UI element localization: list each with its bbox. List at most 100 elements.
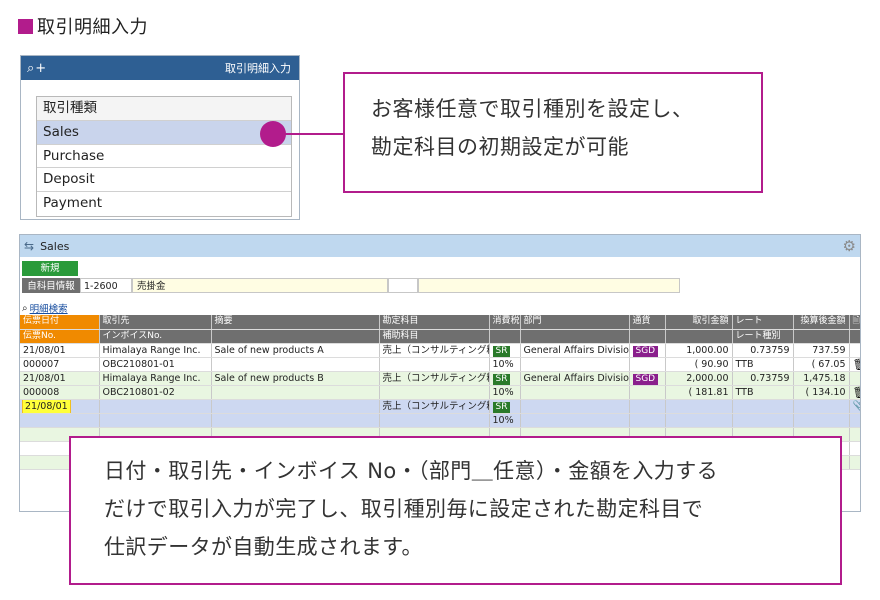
cell-no[interactable]: 000008 (20, 385, 99, 400)
col-header[interactable]: 部門 (519, 315, 629, 330)
account-info-row: 自科目情報 1-2600 売掛金 (22, 278, 680, 293)
detail-search[interactable]: ⌕ 明細検索 (22, 301, 68, 316)
col-header (210, 329, 379, 344)
tax-badge: SR (492, 401, 511, 412)
account-blank-field (388, 278, 418, 293)
type-item-payment[interactable]: Payment (37, 192, 291, 216)
cell-tax[interactable]: SR (488, 399, 520, 414)
cell-partner[interactable]: Himalaya Range Inc. (98, 343, 211, 358)
col-header[interactable]: 摘要 (210, 315, 379, 330)
gear-icon[interactable]: ⚙ (843, 237, 856, 255)
cell-memo[interactable]: Sale of new products A (210, 343, 379, 358)
col-header[interactable]: 伝票日付 (20, 315, 99, 330)
col-header[interactable]: 通貨 (628, 315, 665, 330)
cell-account[interactable]: 売上（コンサルティング料） (378, 399, 489, 414)
cell-rate-type[interactable]: TTB (731, 357, 793, 372)
col-header[interactable]: 補助科目 (378, 329, 489, 344)
cell-empty (210, 357, 379, 372)
account-extra-field (418, 278, 680, 293)
account-code-field[interactable]: 1-2600 (80, 278, 132, 293)
cell-empty (210, 413, 379, 428)
cell-date-input[interactable]: 21/08/01 (20, 399, 99, 414)
panel-title: 取引明細入力 (225, 62, 291, 75)
col-header[interactable]: 勘定科目 (378, 315, 489, 330)
date-input[interactable]: 21/08/01 (22, 399, 71, 412)
table-row-input[interactable]: 10% (20, 413, 860, 428)
cell-currency[interactable]: SGD (628, 371, 665, 386)
cell-amount[interactable]: 1,000.00 (664, 343, 732, 358)
cell-tax-rate[interactable]: 10% (488, 357, 520, 372)
cell-memo[interactable]: Sale of new products B (210, 371, 379, 386)
col-header[interactable]: レート (731, 315, 793, 330)
cell-invoice[interactable]: OBC210801-01 (98, 357, 211, 372)
plus-icon[interactable]: + (35, 61, 46, 76)
cell-no[interactable] (20, 413, 99, 428)
cell-tax-amount[interactable]: ( 181.81 (664, 385, 732, 400)
cell-converted[interactable]: 737.59 (792, 343, 849, 358)
detail-search-link[interactable]: 明細検索 (30, 301, 68, 315)
callout-top: お客様任意で取引種別を設定し、 勘定科目の初期設定が可能 (343, 72, 763, 193)
type-item-purchase[interactable]: Purchase (37, 145, 291, 169)
cell-dept[interactable]: General Affairs Division (519, 343, 629, 358)
cell-tax[interactable]: SR (488, 343, 520, 358)
cell-converted-tax[interactable]: ( 67.05 (792, 357, 849, 372)
cell-tax-rate[interactable]: 10% (488, 385, 520, 400)
cell-converted[interactable]: 1,475.18 (792, 371, 849, 386)
cell-no[interactable]: 000007 (20, 357, 99, 372)
tax-badge: SR (492, 373, 511, 384)
col-header[interactable]: レート種別 (731, 329, 793, 344)
cell-amount[interactable]: 2,000.00 (664, 371, 732, 386)
col-header[interactable]: 消費税 (488, 315, 520, 330)
cell-amount[interactable] (664, 399, 732, 414)
search-icon[interactable]: ⌕ (27, 61, 34, 76)
cell-account[interactable]: 売上（コンサルティング料） (378, 343, 489, 358)
cell-sub-account[interactable] (378, 385, 489, 400)
cell-rate[interactable] (731, 399, 793, 414)
cell-rate[interactable]: 0.73759 (731, 371, 793, 386)
paperclip-icon[interactable]: 📎 (848, 399, 860, 414)
tax-badge: SR (492, 345, 511, 356)
new-button[interactable]: 新規 (22, 261, 78, 276)
cell-invoice[interactable] (98, 413, 211, 428)
currency-badge: SGD (632, 373, 659, 384)
table-row[interactable]: 21/08/01 Himalaya Range Inc. Sale of new… (20, 343, 860, 358)
col-header[interactable]: インボイスNo. (98, 329, 211, 344)
cell-partner[interactable] (98, 399, 211, 414)
trash-icon[interactable]: 🗑 (848, 357, 860, 372)
cell-tax-rate[interactable]: 10% (488, 413, 520, 428)
table-row[interactable]: 000008 OBC210801-02 10% ( 181.81 TTB ( 1… (20, 385, 860, 400)
cell-currency[interactable]: SGD (628, 343, 665, 358)
table-row-input[interactable]: 21/08/01 売上（コンサルティング料） SR 📎 (20, 399, 860, 414)
cell-sub-account[interactable] (378, 413, 489, 428)
trash-icon[interactable]: 🗑 (848, 385, 860, 400)
cell-converted[interactable] (792, 399, 849, 414)
col-header[interactable]: 伝票No. (20, 329, 99, 344)
table-row[interactable]: 21/08/01 Himalaya Range Inc. Sale of new… (20, 371, 860, 386)
cell-partner[interactable]: Himalaya Range Inc. (98, 371, 211, 386)
cell-currency[interactable] (628, 399, 665, 414)
col-header[interactable]: 取引先 (98, 315, 211, 330)
cell-rate[interactable]: 0.73759 (731, 343, 793, 358)
col-header[interactable]: 換算後金額 (792, 315, 849, 330)
callout-connector-dot (260, 121, 286, 147)
cell-date[interactable]: 21/08/01 (20, 343, 99, 358)
cell-tax-amount[interactable]: ( 90.90 (664, 357, 732, 372)
cell-account[interactable]: 売上（コンサルティング料） (378, 371, 489, 386)
cell-rate-type[interactable]: TTB (731, 385, 793, 400)
type-item-deposit[interactable]: Deposit (37, 168, 291, 193)
cell-date[interactable]: 21/08/01 (20, 371, 99, 386)
col-header (664, 329, 732, 344)
cell-empty (792, 413, 849, 428)
cell-dept[interactable] (519, 399, 629, 414)
swap-icon[interactable]: ⇆ (24, 239, 34, 253)
cell-dept[interactable]: General Affairs Division (519, 371, 629, 386)
type-item-sales[interactable]: Sales (37, 120, 291, 145)
cell-memo[interactable] (210, 399, 379, 414)
col-header[interactable]: 取引金額 (664, 315, 732, 330)
cell-sub-account[interactable] (378, 357, 489, 372)
cell-invoice[interactable]: OBC210801-02 (98, 385, 211, 400)
table-row[interactable]: 000007 OBC210801-01 10% ( 90.90 TTB ( 67… (20, 357, 860, 372)
cell-converted-tax[interactable]: ( 134.10 (792, 385, 849, 400)
cell-tax[interactable]: SR (488, 371, 520, 386)
document-icon[interactable]: 🗎 (848, 315, 860, 330)
